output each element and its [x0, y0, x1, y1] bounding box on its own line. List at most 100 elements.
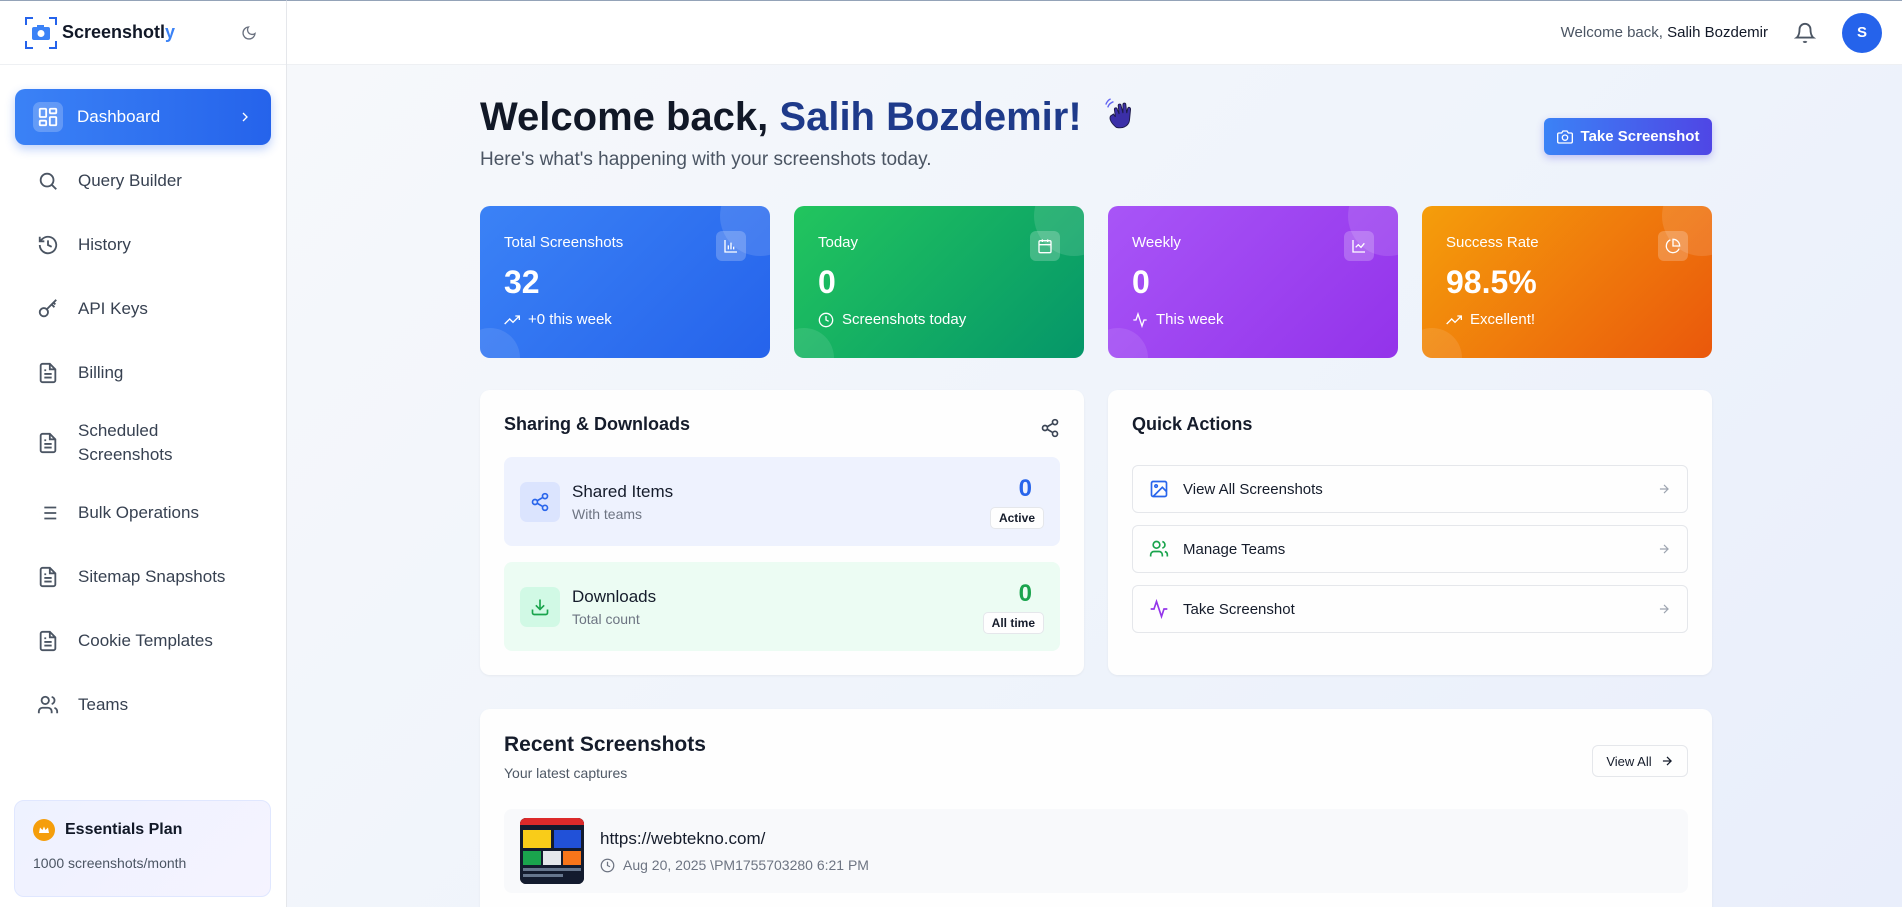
view-all-screenshots-button[interactable]: View All Screenshots [1132, 465, 1688, 513]
sidebar-item-scheduled-screenshots[interactable]: Scheduled Screenshots [15, 409, 271, 477]
stat-foot: Screenshots today [842, 311, 967, 328]
activity-icon [1133, 311, 1147, 328]
stat-card-total: Total Screenshots 32 +0 this week [480, 206, 770, 358]
bar-chart-icon [716, 231, 746, 261]
activity-icon [1150, 599, 1168, 619]
shared-items-count: 0 [1018, 474, 1032, 502]
page-title: Welcome back, Salih Bozdemir! [480, 95, 1141, 140]
card-title: Quick Actions [1132, 414, 1253, 434]
grid-icon [38, 107, 58, 127]
image-icon [1150, 480, 1168, 498]
sidebar-item-label: Scheduled Screenshots [78, 421, 173, 464]
list-item[interactable]: https://webtekno.com/ Aug 20, 2025 \PM17… [504, 809, 1688, 893]
shared-items-row[interactable]: Shared Items With teams 0 Active [504, 457, 1060, 546]
sidebar-item-dashboard[interactable]: Dashboard [15, 89, 271, 145]
manage-teams-button[interactable]: Manage Teams [1132, 525, 1688, 573]
stat-card-weekly: Weekly 0 This week [1108, 206, 1398, 358]
waving-hand-icon [1103, 96, 1141, 134]
shared-items-subtitle: With teams [572, 505, 643, 522]
clock-icon [600, 858, 615, 872]
file-text-icon [39, 630, 57, 652]
view-all-button[interactable]: View All [1592, 745, 1688, 777]
sidebar-nav: Dashboard Query Builder History API Keys… [0, 65, 286, 733]
screenshot-url[interactable]: https://webtekno.com/ [600, 829, 869, 849]
stat-foot: +0 this week [528, 311, 612, 328]
stat-title: Weekly [1132, 234, 1181, 251]
list-icon [39, 506, 57, 520]
share-icon[interactable] [1040, 418, 1060, 438]
pie-chart-icon [1658, 231, 1688, 261]
screenshot-timestamp: Aug 20, 2025 \PM1755703280 6:21 PM [623, 857, 869, 873]
users-icon [1149, 540, 1169, 557]
main-area: Welcome back, Salih Bozdemir! Here's wha… [287, 65, 1902, 907]
downloads-title: Downloads [572, 586, 657, 606]
sidebar-item-billing[interactable]: Billing [15, 345, 271, 401]
stat-title: Today [818, 234, 859, 251]
sidebar-item-history[interactable]: History [15, 217, 271, 273]
file-text-icon [39, 566, 57, 588]
stats-row: Total Screenshots 32 +0 this week Today … [480, 206, 1712, 358]
stat-value: 0 [1132, 264, 1150, 300]
sidebar-item-api-keys[interactable]: API Keys [15, 281, 271, 337]
sidebar-item-teams[interactable]: Teams [15, 677, 271, 733]
stat-foot: This week [1156, 311, 1224, 328]
take-screenshot-button[interactable]: Take Screenshot [1544, 118, 1712, 155]
line-chart-icon [1344, 231, 1374, 261]
sidebar-item-sitemap-snapshots[interactable]: Sitemap Snapshots [15, 549, 271, 605]
file-text-icon [39, 432, 57, 454]
quick-action-label: View All Screenshots [1183, 480, 1323, 498]
crown-icon [33, 819, 55, 841]
status-badge: Active [989, 506, 1044, 529]
bell-icon[interactable] [1794, 22, 1816, 44]
brand-name: Screenshotly [62, 22, 176, 42]
shared-items-title: Shared Items [572, 481, 674, 501]
header-welcome: Welcome back, Salih Bozdemir [1560, 24, 1768, 41]
history-icon [38, 235, 58, 255]
logo-camera-icon [24, 16, 58, 50]
camera-icon [1556, 129, 1573, 144]
stat-value: 98.5% [1446, 264, 1537, 300]
sidebar-item-cookie-templates[interactable]: Cookie Templates [15, 613, 271, 669]
sidebar-item-label: Teams [78, 695, 129, 714]
quick-action-label: Take Screenshot [1183, 600, 1295, 618]
arrow-right-icon [1662, 756, 1672, 766]
quick-take-screenshot-button[interactable]: Take Screenshot [1132, 585, 1688, 633]
downloads-row[interactable]: Downloads Total count 0 All time [504, 562, 1060, 651]
stat-value: 32 [504, 264, 540, 300]
search-icon [39, 172, 57, 190]
sidebar-item-label: Dashboard [77, 107, 161, 126]
recent-screenshots-card: Recent Screenshots Your latest captures … [480, 709, 1712, 907]
chevron-right-icon [242, 112, 248, 122]
sidebar-item-bulk-operations[interactable]: Bulk Operations [15, 485, 271, 541]
arrow-right-icon [1659, 604, 1669, 614]
stat-title: Success Rate [1446, 234, 1539, 251]
sidebar-item-label: Query Builder [78, 171, 182, 190]
plan-card[interactable]: Essentials Plan 1000 screenshots/month [14, 800, 271, 897]
card-subtitle: Your latest captures [504, 765, 628, 781]
downloads-subtitle: Total count [572, 610, 640, 627]
stat-card-today: Today 0 Screenshots today [794, 206, 1084, 358]
plan-title: Essentials Plan [65, 821, 183, 838]
page-subtitle: Here's what's happening with your screen… [480, 149, 932, 170]
moon-icon[interactable] [236, 20, 262, 46]
card-title: Sharing & Downloads [504, 414, 691, 434]
avatar[interactable]: S [1842, 12, 1882, 53]
calendar-icon [1030, 231, 1060, 261]
arrow-right-icon [1659, 484, 1669, 494]
screenshot-thumbnail[interactable] [520, 818, 584, 884]
sidebar-item-query-builder[interactable]: Query Builder [15, 153, 271, 209]
plan-subtitle: 1000 screenshots/month [33, 855, 187, 871]
quick-actions-card: Quick Actions View All Screenshots Manag… [1108, 390, 1712, 675]
sidebar-item-label: API Keys [78, 299, 148, 318]
status-badge: All time [982, 611, 1044, 634]
arrow-right-icon [1659, 544, 1669, 554]
sidebar-item-label: History [78, 235, 131, 254]
stat-value: 0 [818, 264, 836, 300]
downloads-count: 0 [1018, 579, 1032, 607]
header-user-name: Salih Bozdemir [1667, 24, 1768, 41]
sidebar-item-label: Billing [78, 363, 124, 382]
stat-title: Total Screenshots [504, 234, 624, 251]
key-icon [38, 299, 57, 318]
sidebar: Screenshotly Dashboard Query Builder His… [0, 0, 287, 907]
brand: Screenshotly [0, 1, 286, 65]
